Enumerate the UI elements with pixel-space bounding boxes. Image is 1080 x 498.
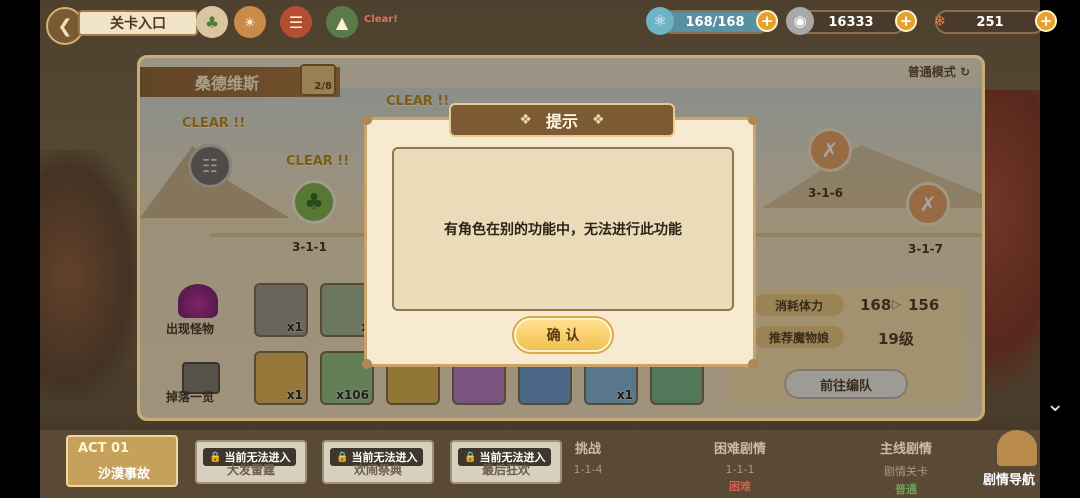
locked-tab-3[interactable]: 🔒 当前无法进入 最后狂欢 <box>450 440 562 484</box>
locked-tab-2[interactable]: 🔒 当前无法进入 欢闹祭典 <box>322 440 434 484</box>
stage-entrance-title: 关卡入口 <box>78 10 198 36</box>
add-coin-button[interactable]: + <box>895 10 917 32</box>
ornament-icon: ❖ <box>592 112 605 128</box>
signpost-icon <box>997 430 1037 466</box>
top-bar: ❮ 关卡入口 ♣ ✴ ☰ ▲ Clear! 168/168 ⚛ + 16333 … <box>0 0 1080 46</box>
book-icon[interactable]: ☰ <box>280 6 312 38</box>
stamina-value: 168/168 <box>685 14 745 30</box>
dialog-message: 有角色在别的功能中，无法进行此功能 <box>444 222 682 238</box>
add-stamina-button[interactable]: + <box>756 10 778 32</box>
act-button[interactable]: ACT 01 沙漠事故 <box>66 435 178 487</box>
coin-value: 16333 <box>828 14 874 30</box>
coin-icon: ◉ <box>786 7 814 35</box>
act-name: 沙漠事故 <box>98 467 151 482</box>
challenge-mode[interactable]: 挑战 1-1-4 <box>548 438 628 476</box>
stage-entrance-label: 关卡入口 <box>110 16 166 32</box>
stamina-potion-icon: ⚛ <box>646 7 674 35</box>
add-carrot-button[interactable]: + <box>1035 10 1057 32</box>
locked-tab-1[interactable]: 🔒 当前无法进入 大发雷霆 <box>195 440 307 484</box>
chevron-down-icon[interactable]: ⌄ <box>1046 392 1064 417</box>
carrot-icon: ❄ <box>933 12 947 30</box>
dialog-title: 提示 <box>545 112 578 131</box>
dialog-body: 有角色在别的功能中，无法进行此功能 <box>392 147 734 311</box>
alert-dialog: ❖ 提示 ❖ 有角色在别的功能中，无法进行此功能 确 认 <box>362 103 758 369</box>
ornament-icon: ❖ <box>519 112 532 128</box>
clear-badge: Clear! <box>364 14 398 25</box>
tree-icon[interactable]: ▲ <box>326 6 358 38</box>
act-label: ACT 01 <box>78 441 130 456</box>
stamina-bar: 168/168 <box>660 10 770 34</box>
main-story-mode[interactable]: 主线剧情 剧情关卡 普通 <box>866 438 946 497</box>
carrot-value: 251 <box>976 14 1004 30</box>
confirm-button[interactable]: 确 认 <box>514 318 612 352</box>
dialog-header: ❖ 提示 ❖ <box>449 103 675 137</box>
story-guide-button[interactable]: 剧情导航 <box>977 430 1057 494</box>
clover-icon[interactable]: ♣ <box>196 6 228 38</box>
compass-icon[interactable]: ✴ <box>234 6 266 38</box>
hard-story-mode[interactable]: 困难剧情 1-1-1 困难 <box>700 438 780 494</box>
